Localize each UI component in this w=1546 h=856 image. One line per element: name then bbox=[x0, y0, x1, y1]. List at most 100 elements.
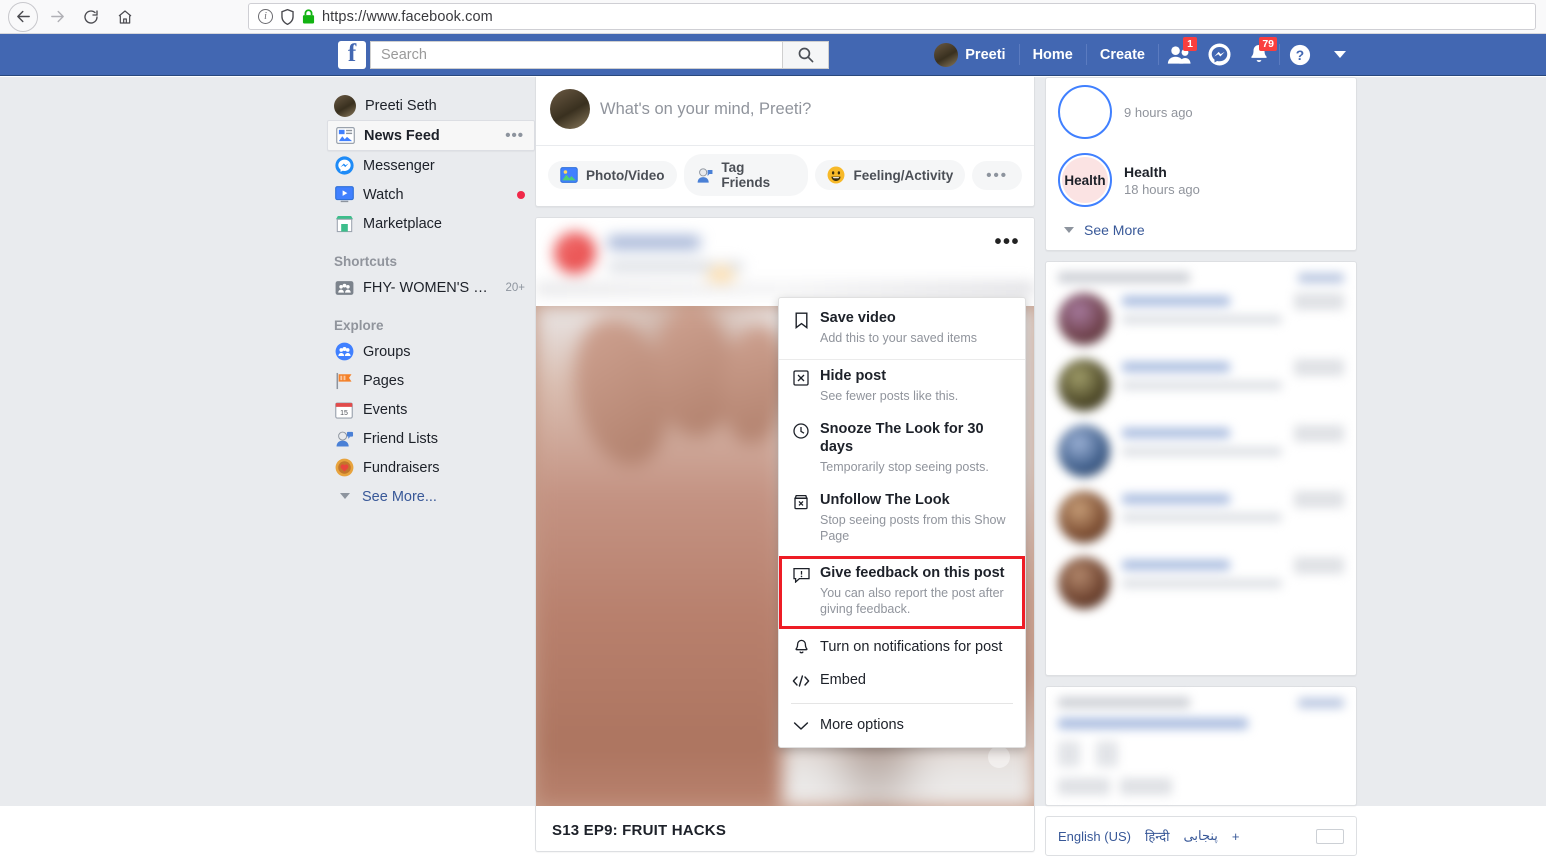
feedback-glyph bbox=[793, 567, 810, 583]
sidebar-item-label: Groups bbox=[363, 344, 525, 360]
sidebar-item-news-feed[interactable]: News Feed ••• bbox=[327, 120, 535, 151]
menu-item-title: Give feedback on this post bbox=[820, 565, 1010, 583]
sidebar-item-pages[interactable]: Pages bbox=[327, 366, 535, 395]
search-placeholder: Search bbox=[381, 47, 427, 63]
language-option-hi[interactable]: हिन्दी bbox=[1145, 827, 1170, 845]
facebook-logo-icon[interactable]: f bbox=[338, 41, 366, 69]
search-bar[interactable]: Search bbox=[370, 41, 829, 69]
sidebar-shortcuts-header: Shortcuts bbox=[327, 238, 535, 273]
sidebar-explore-header: Explore bbox=[327, 302, 535, 337]
menu-item-snooze[interactable]: Snooze The Look for 30 days Temporarily … bbox=[779, 413, 1025, 484]
sidebar-item-marketplace[interactable]: Marketplace bbox=[327, 209, 535, 238]
chevron-down-glyph bbox=[793, 721, 809, 731]
address-bar[interactable]: i https://www.facebook.com bbox=[248, 3, 1536, 30]
clock-icon bbox=[792, 421, 810, 439]
svg-text:15: 15 bbox=[340, 409, 348, 416]
news-feed-glyph bbox=[336, 127, 355, 144]
post-options-button[interactable]: ••• bbox=[994, 232, 1020, 252]
story-item[interactable]: Health Health 18 hours ago bbox=[1046, 146, 1356, 214]
nav-home-button[interactable]: Home bbox=[1020, 41, 1086, 69]
divider bbox=[1158, 44, 1159, 65]
right-sidebar: 9 hours ago Health Health 18 hours ago S… bbox=[1045, 77, 1357, 856]
back-button[interactable] bbox=[8, 2, 38, 32]
home-button[interactable] bbox=[110, 3, 140, 31]
sidebar-item-watch[interactable]: Watch bbox=[327, 180, 535, 209]
forward-button[interactable] bbox=[42, 3, 72, 31]
sidebar-item-messenger[interactable]: Messenger bbox=[327, 151, 535, 180]
chevron-down-icon bbox=[1064, 227, 1074, 233]
menu-item-turn-on-notifications[interactable]: Turn on notifications for post bbox=[779, 631, 1025, 665]
news-feed-options-icon[interactable]: ••• bbox=[505, 127, 524, 144]
redacted-meta bbox=[1122, 447, 1282, 456]
redacted-title bbox=[1058, 272, 1190, 283]
menu-item-unfollow[interactable]: Unfollow The Look Stop seeing posts from… bbox=[779, 484, 1025, 554]
sidebar-see-more-button[interactable]: See More... bbox=[327, 482, 535, 511]
list-item[interactable] bbox=[1058, 425, 1344, 477]
story-item[interactable]: 9 hours ago bbox=[1046, 78, 1356, 146]
redacted-name bbox=[1122, 494, 1230, 504]
avatar bbox=[1058, 425, 1110, 477]
composer-photo-video-button[interactable]: Photo/Video bbox=[548, 161, 677, 189]
sidebar-item-fundraisers[interactable]: Fundraisers bbox=[327, 453, 535, 482]
decorative-blur bbox=[536, 282, 1034, 296]
nav-create-button[interactable]: Create bbox=[1087, 41, 1158, 69]
list-item[interactable] bbox=[1058, 293, 1344, 345]
account-menu-button[interactable] bbox=[1323, 41, 1357, 69]
shield-icon[interactable] bbox=[280, 9, 295, 25]
avatar bbox=[334, 95, 356, 117]
language-add-button[interactable] bbox=[1316, 829, 1344, 844]
language-more-button[interactable]: + bbox=[1232, 829, 1240, 844]
reload-button[interactable] bbox=[76, 3, 106, 31]
menu-item-save-video[interactable]: Save video Add this to your saved items bbox=[779, 302, 1025, 355]
info-icon[interactable]: i bbox=[258, 9, 273, 24]
sidebar-item-shortcut-group[interactable]: FHY- WOMEN'S FI... 20+ bbox=[327, 273, 535, 302]
redacted-icons bbox=[1058, 741, 1344, 767]
messenger-button[interactable] bbox=[1202, 41, 1236, 69]
notifications-badge: 79 bbox=[1259, 37, 1277, 52]
redacted-button[interactable] bbox=[1058, 778, 1110, 795]
redacted-button[interactable] bbox=[1294, 491, 1344, 508]
sidebar-item-events[interactable]: 15 Events bbox=[327, 395, 535, 424]
divider bbox=[791, 703, 1013, 704]
padlock-icon[interactable] bbox=[302, 9, 315, 24]
sidebar-item-label: Messenger bbox=[363, 158, 525, 174]
menu-item-embed[interactable]: Embed bbox=[779, 664, 1025, 698]
composer-more-button[interactable]: ••• bbox=[972, 161, 1022, 190]
redacted-button[interactable] bbox=[1294, 557, 1344, 574]
nav-profile-button[interactable]: Preeti bbox=[921, 41, 1018, 69]
list-item[interactable] bbox=[1058, 557, 1344, 609]
language-option-pa[interactable]: پنجابی bbox=[1184, 828, 1218, 844]
friend-requests-button[interactable]: 1 bbox=[1162, 41, 1196, 69]
redacted-button[interactable] bbox=[1294, 425, 1344, 442]
menu-item-give-feedback[interactable]: Give feedback on this post You can also … bbox=[779, 556, 1025, 629]
redacted-button[interactable] bbox=[1120, 778, 1172, 795]
browser-nav-buttons bbox=[8, 2, 140, 32]
sidebar-item-label: Fundraisers bbox=[363, 460, 525, 476]
composer-feeling-activity-button[interactable]: Feeling/Activity bbox=[815, 160, 965, 190]
sidebar-item-friend-lists[interactable]: Friend Lists bbox=[327, 424, 535, 453]
bell-icon bbox=[792, 639, 810, 655]
feeling-activity-icon bbox=[827, 166, 845, 184]
video-control-overlay[interactable] bbox=[988, 746, 1010, 768]
notifications-button[interactable]: 79 bbox=[1242, 41, 1276, 69]
list-item[interactable] bbox=[1058, 359, 1344, 411]
menu-item-title: Hide post bbox=[820, 368, 958, 386]
search-button[interactable] bbox=[782, 41, 829, 69]
sidebar-item-groups[interactable]: Groups bbox=[327, 337, 535, 366]
help-button[interactable]: ? bbox=[1283, 41, 1317, 69]
composer-tag-friends-button[interactable]: Tag Friends bbox=[684, 154, 809, 196]
stories-see-more-button[interactable]: See More bbox=[1046, 214, 1356, 250]
search-input[interactable]: Search bbox=[370, 41, 782, 69]
menu-item-more-options[interactable]: More options bbox=[779, 709, 1025, 747]
redacted-button[interactable] bbox=[1294, 293, 1344, 310]
unfollow-glyph bbox=[793, 494, 809, 510]
sidebar-item-profile[interactable]: Preeti Seth bbox=[327, 91, 535, 120]
navbar-right-group: Preeti Home Create 1 bbox=[921, 34, 1360, 75]
redacted-button[interactable] bbox=[1294, 359, 1344, 376]
help-icon: ? bbox=[1289, 44, 1311, 66]
menu-item-hide-post[interactable]: Hide post See fewer posts like this. bbox=[779, 360, 1025, 413]
list-item[interactable] bbox=[1058, 491, 1344, 543]
composer-input-row[interactable]: What's on your mind, Preeti? bbox=[536, 77, 1034, 145]
menu-item-title: Unfollow The Look bbox=[820, 492, 1013, 510]
language-option-en[interactable]: English (US) bbox=[1058, 829, 1131, 844]
